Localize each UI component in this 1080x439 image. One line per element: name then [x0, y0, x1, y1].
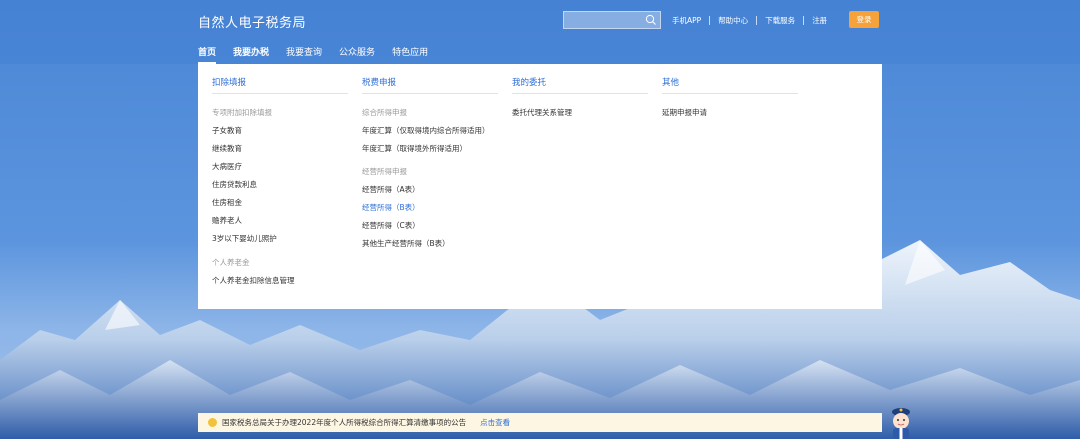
main-nav: 首页 我要办税 我要查询 公众服务 特色应用	[198, 45, 445, 64]
download-service-link[interactable]: 下载服务	[765, 15, 795, 26]
menu-item[interactable]: 年度汇算（仅取得境内综合所得适用）	[362, 125, 490, 136]
column-title[interactable]: 扣除填报	[212, 76, 246, 88]
menu-item[interactable]: 子女教育	[212, 125, 242, 136]
divider	[709, 15, 711, 25]
top-links: 手机APP 帮助中心 下载服务 注册	[672, 14, 827, 26]
menu-item[interactable]: 住房租金	[212, 197, 242, 208]
notice-icon	[208, 418, 217, 427]
group-label: 个人养老金	[212, 258, 250, 267]
nav-featured-apps[interactable]: 特色应用	[392, 45, 428, 59]
nav-do-tax[interactable]: 我要办税	[233, 45, 269, 59]
login-button[interactable]: 登录	[849, 11, 879, 28]
dropdown-menu-panel: 扣除填报 专项附加扣除填报 子女教育 继续教育 大病医疗 住房贷款利息 住房租金…	[198, 64, 882, 309]
nav-home[interactable]: 首页	[198, 45, 217, 64]
group-label: 专项附加扣除填报	[212, 108, 272, 117]
column-title[interactable]: 我的委托	[512, 76, 546, 88]
menu-item[interactable]: 继续教育	[212, 143, 242, 154]
menu-item[interactable]: 其他生产经营所得（B表）	[362, 238, 450, 249]
divider	[662, 93, 798, 94]
menu-item[interactable]: 赡养老人	[212, 215, 242, 226]
nav-public-service[interactable]: 公众服务	[339, 45, 375, 59]
menu-item[interactable]: 大病医疗	[212, 161, 242, 172]
menu-item[interactable]: 住房贷款利息	[212, 179, 257, 190]
group-label: 综合所得申报	[362, 108, 407, 117]
search-input[interactable]	[564, 17, 644, 33]
group-label: 经营所得申报	[362, 167, 407, 176]
nav-query[interactable]: 我要查询	[286, 45, 322, 59]
announcement-bar: 国家税务总局关于办理2022年度个人所得税综合所得汇算清缴事项的公告 点击查看	[198, 413, 882, 432]
divider	[212, 93, 348, 94]
menu-item[interactable]: 个人养老金扣除信息管理	[212, 275, 295, 286]
menu-item[interactable]: 延期申报申请	[662, 107, 707, 118]
announcement-text[interactable]: 国家税务总局关于办理2022年度个人所得税综合所得汇算清缴事项的公告	[222, 417, 466, 428]
view-details-link[interactable]: 点击查看	[480, 417, 510, 428]
assistant-mascot-icon[interactable]	[886, 400, 916, 439]
mobile-app-link[interactable]: 手机APP	[672, 15, 701, 26]
search-icon[interactable]	[645, 14, 657, 26]
divider	[756, 15, 758, 25]
column-title[interactable]: 税费申报	[362, 76, 396, 88]
search-box[interactable]	[563, 11, 661, 33]
register-link[interactable]: 注册	[812, 15, 827, 26]
help-center-link[interactable]: 帮助中心	[718, 15, 748, 26]
divider	[512, 93, 648, 94]
menu-item[interactable]: 经营所得（C表）	[362, 220, 420, 231]
menu-item[interactable]: 经营所得（A表）	[362, 184, 420, 195]
menu-item[interactable]: 3岁以下婴幼儿照护	[212, 233, 277, 244]
menu-item[interactable]: 年度汇算（取得境外所得适用）	[362, 143, 467, 154]
menu-item-highlighted[interactable]: 经营所得（B表）	[362, 202, 420, 213]
site-title[interactable]: 自然人电子税务局	[198, 12, 306, 31]
top-header: 自然人电子税务局 手机APP 帮助中心 下载服务 注册 登录 首页 我要办税 我…	[0, 0, 1080, 64]
divider	[803, 15, 805, 25]
column-title[interactable]: 其他	[662, 76, 679, 88]
menu-item[interactable]: 委托代理关系管理	[512, 107, 572, 118]
divider	[362, 93, 498, 94]
